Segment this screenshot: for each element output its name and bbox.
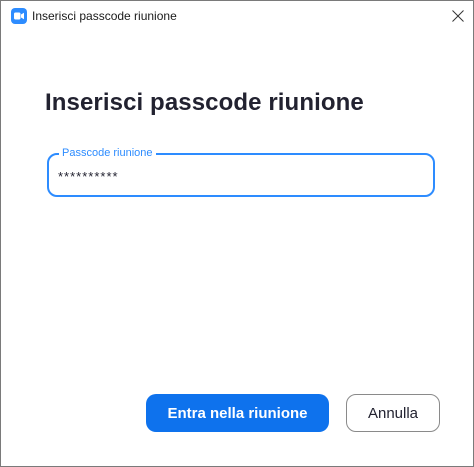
join-meeting-button[interactable]: Entra nella riunione <box>146 394 329 432</box>
passcode-field-label: Passcode riunione <box>59 146 156 160</box>
close-button[interactable] <box>443 1 473 31</box>
passcode-field[interactable]: Passcode riunione ********** <box>47 146 435 197</box>
close-icon <box>452 10 464 22</box>
passcode-input[interactable]: ********** <box>58 170 119 184</box>
passcode-dialog: Inserisci passcode riunione Inserisci pa… <box>0 0 474 467</box>
page-title: Inserisci passcode riunione <box>45 89 364 116</box>
zoom-camera-icon <box>11 8 27 24</box>
title-bar: Inserisci passcode riunione <box>1 1 473 31</box>
window-title: Inserisci passcode riunione <box>32 9 177 23</box>
cancel-button[interactable]: Annulla <box>346 394 440 432</box>
